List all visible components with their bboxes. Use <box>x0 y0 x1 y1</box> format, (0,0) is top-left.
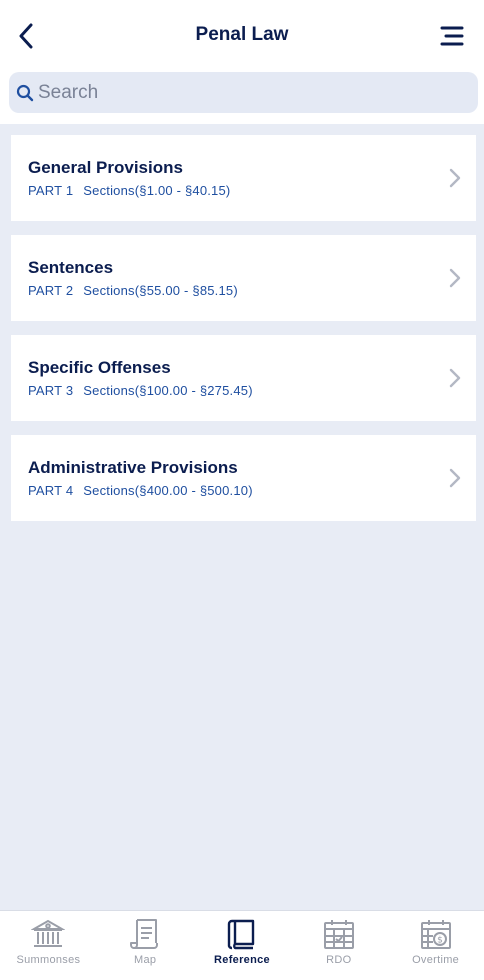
section-subtitle: PART 1 Sections(§1.00 - §40.15) <box>28 183 230 198</box>
tab-label: Reference <box>214 954 270 966</box>
section-item-general-provisions[interactable]: General Provisions PART 1 Sections(§1.00 … <box>11 135 476 221</box>
tab-bar: Summonses Map Reference RDO $ Overtime <box>0 910 484 980</box>
section-subtitle: PART 4 Sections(§400.00 - §500.10) <box>28 483 253 498</box>
section-item-administrative-provisions[interactable]: Administrative Provisions PART 4 Sections… <box>11 435 476 521</box>
section-range: Sections(§1.00 - §40.15) <box>83 183 231 198</box>
section-subtitle: PART 2 Sections(§55.00 - §85.15) <box>28 283 238 298</box>
menu-button[interactable] <box>434 20 470 52</box>
section-range: Sections(§100.00 - §275.45) <box>83 383 253 398</box>
tab-overtime[interactable]: $ Overtime <box>387 911 484 980</box>
section-part: PART 1 <box>28 183 74 198</box>
tab-rdo[interactable]: RDO <box>290 911 387 980</box>
chevron-right-icon <box>449 468 461 488</box>
tab-reference[interactable]: Reference <box>194 911 291 980</box>
tab-map[interactable]: Map <box>97 911 194 980</box>
tab-summonses[interactable]: Summonses <box>0 911 97 980</box>
tab-label: RDO <box>326 954 352 966</box>
section-list: General Provisions PART 1 Sections(§1.00 … <box>11 135 476 535</box>
section-range: Sections(§55.00 - §85.15) <box>83 283 238 298</box>
app-screen: Penal Law General Provisions PART 1 Secti… <box>0 0 484 980</box>
search-icon <box>16 84 34 101</box>
section-range: Sections(§400.00 - §500.10) <box>83 483 253 498</box>
calendar-check-icon <box>323 920 354 949</box>
section-title: Specific Offenses <box>28 358 171 377</box>
calendar-dollar-icon: $ <box>420 920 451 949</box>
book-icon <box>227 919 255 950</box>
chevron-right-icon <box>449 268 461 288</box>
section-part: PART 2 <box>28 283 74 298</box>
section-item-sentences[interactable]: Sentences PART 2 Sections(§55.00 - §85.15… <box>11 235 476 321</box>
section-title: General Provisions <box>28 158 183 177</box>
tab-label: Overtime <box>412 954 460 966</box>
search-bar[interactable] <box>9 72 478 113</box>
section-part: PART 4 <box>28 483 74 498</box>
section-subtitle: PART 3 Sections(§100.00 - §275.45) <box>28 383 253 398</box>
courthouse-icon <box>31 919 66 947</box>
section-title: Administrative Provisions <box>28 458 238 477</box>
section-part: PART 3 <box>28 383 74 398</box>
search-input[interactable] <box>38 81 458 104</box>
scroll-map-icon <box>130 919 159 949</box>
page-title: Penal Law <box>195 24 289 45</box>
section-item-specific-offenses[interactable]: Specific Offenses PART 3 Sections(§100.00… <box>11 335 476 421</box>
header: Penal Law <box>0 0 484 124</box>
hamburger-menu-icon <box>440 26 464 46</box>
tab-label: Summonses <box>16 954 81 966</box>
chevron-right-icon <box>449 368 461 388</box>
tab-label: Map <box>134 954 157 966</box>
section-title: Sentences <box>28 258 114 277</box>
chevron-right-icon <box>449 168 461 188</box>
svg-text:$: $ <box>437 936 443 946</box>
